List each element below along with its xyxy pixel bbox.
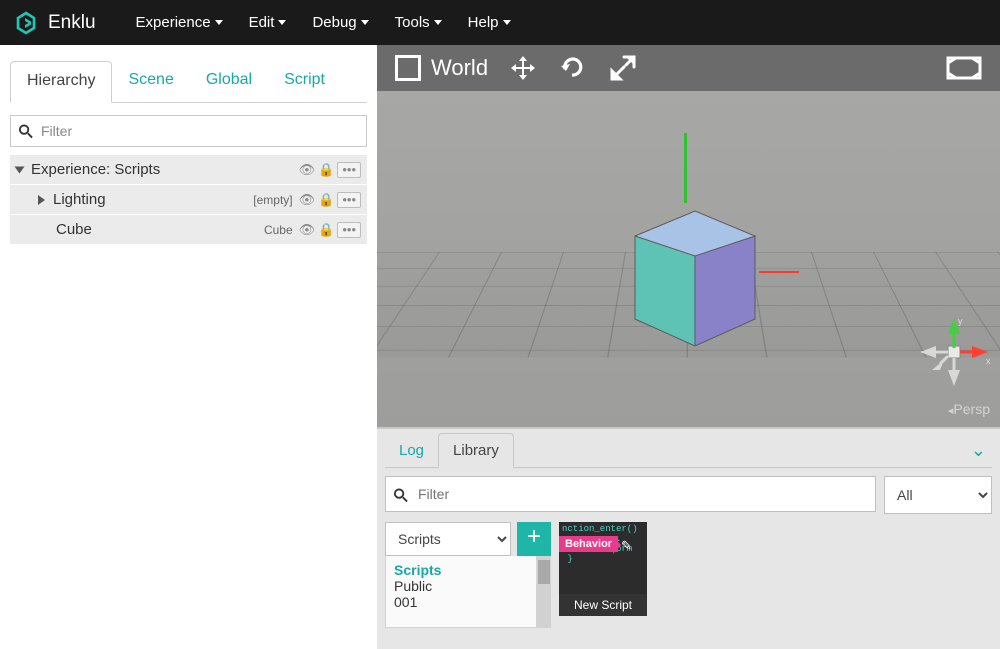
menu-help[interactable]: Help [468,14,511,31]
search-icon [393,488,408,503]
eye-icon[interactable]: 👁 [299,162,316,178]
list-item[interactable]: Public [394,578,528,594]
eye-icon[interactable]: 👁 [299,222,316,238]
hierarchy-node-cube[interactable]: Cube Cube 👁 🔒 ••• [10,215,367,245]
world-box-icon [395,55,421,81]
viewport-toolbar: World [377,45,1000,91]
enklu-logo-icon [14,11,38,35]
lock-icon[interactable]: 🔒 [318,192,334,208]
tab-script[interactable]: Script [268,61,341,102]
tab-log[interactable]: Log [385,434,438,467]
asset-type-badge: Behavior [559,536,618,552]
app-name: Enklu [48,12,96,34]
menu-edit[interactable]: Edit [249,14,287,31]
caret-down-icon [278,20,286,25]
library-filter-dropdown[interactable]: All [884,476,992,514]
eye-icon[interactable]: 👁 [299,192,316,208]
axis-y-gizmo [684,133,687,203]
caret-down-icon [503,20,511,25]
menu-experience[interactable]: Experience [136,14,223,31]
app-logo[interactable]: Enklu [14,11,96,35]
svg-text:x: x [986,356,991,366]
caret-down-icon [215,20,223,25]
main-menu: Experience Edit Debug Tools Help [136,14,511,31]
frame-tool-icon[interactable] [946,56,982,80]
more-icon[interactable]: ••• [337,192,361,208]
asset-card-new-script[interactable]: nction_enter() . transform } Behavior ✎ … [559,522,647,616]
library-filter [385,476,876,514]
caret-down-icon [361,20,369,25]
tab-library[interactable]: Library [438,433,514,468]
list-item[interactable]: 001 [394,594,528,610]
list-item[interactable]: Scripts [394,562,528,578]
hierarchy-node-lighting[interactable]: Lighting [empty] 👁 🔒 ••• [10,185,367,215]
tab-global[interactable]: Global [190,61,268,102]
add-asset-button[interactable]: + [517,522,551,556]
cube-mesh[interactable] [625,201,765,351]
left-tabs: Hierarchy Scene Global Script [10,61,367,103]
axis-x-gizmo [759,271,799,273]
expand-toggle-icon[interactable] [38,195,45,205]
hierarchy-node-root[interactable]: Experience: Scripts 👁 🔒 ••• [10,155,367,185]
menu-tools[interactable]: Tools [395,14,442,31]
caret-down-icon [434,20,442,25]
scale-tool-icon[interactable] [608,53,638,83]
asset-label: New Script [559,594,647,616]
bottom-panel: Log Library ⌄ All [377,427,1000,649]
search-icon [18,124,33,139]
bottom-tabs: Log Library ⌄ [385,433,992,468]
more-icon[interactable]: ••• [337,222,361,238]
viewport-3d[interactable]: y x ◂Persp [377,91,1000,427]
orientation-gizmo[interactable]: y x [914,312,994,392]
scrollbar[interactable] [537,556,551,628]
hierarchy-filter [10,115,367,147]
hierarchy-tree: Experience: Scripts 👁 🔒 ••• Lighting [em… [10,155,367,245]
left-panel: Hierarchy Scene Global Script Experience… [0,45,377,649]
more-icon[interactable]: ••• [337,162,361,178]
coordinate-space-toggle[interactable]: World [395,55,488,81]
move-tool-icon[interactable] [508,53,538,83]
tab-hierarchy[interactable]: Hierarchy [10,61,112,103]
camera-mode-label: ◂Persp [948,401,990,417]
menu-debug[interactable]: Debug [312,14,368,31]
svg-text:y: y [958,316,963,326]
library-category-list[interactable]: Scripts Public 001 [385,556,537,628]
lock-icon[interactable]: 🔒 [318,162,334,178]
pencil-icon: ✎ [621,538,632,554]
library-category-dropdown[interactable]: Scripts [385,522,511,556]
collapse-panel-icon[interactable]: ⌄ [971,440,992,461]
hierarchy-filter-input[interactable] [10,115,367,147]
top-navbar: Enklu Experience Edit Debug Tools Help [0,0,1000,45]
lock-icon[interactable]: 🔒 [318,222,334,238]
tab-scene[interactable]: Scene [112,61,189,102]
expand-toggle-icon[interactable] [15,166,25,173]
rotate-tool-icon[interactable] [558,53,588,83]
library-filter-input[interactable] [385,476,876,512]
